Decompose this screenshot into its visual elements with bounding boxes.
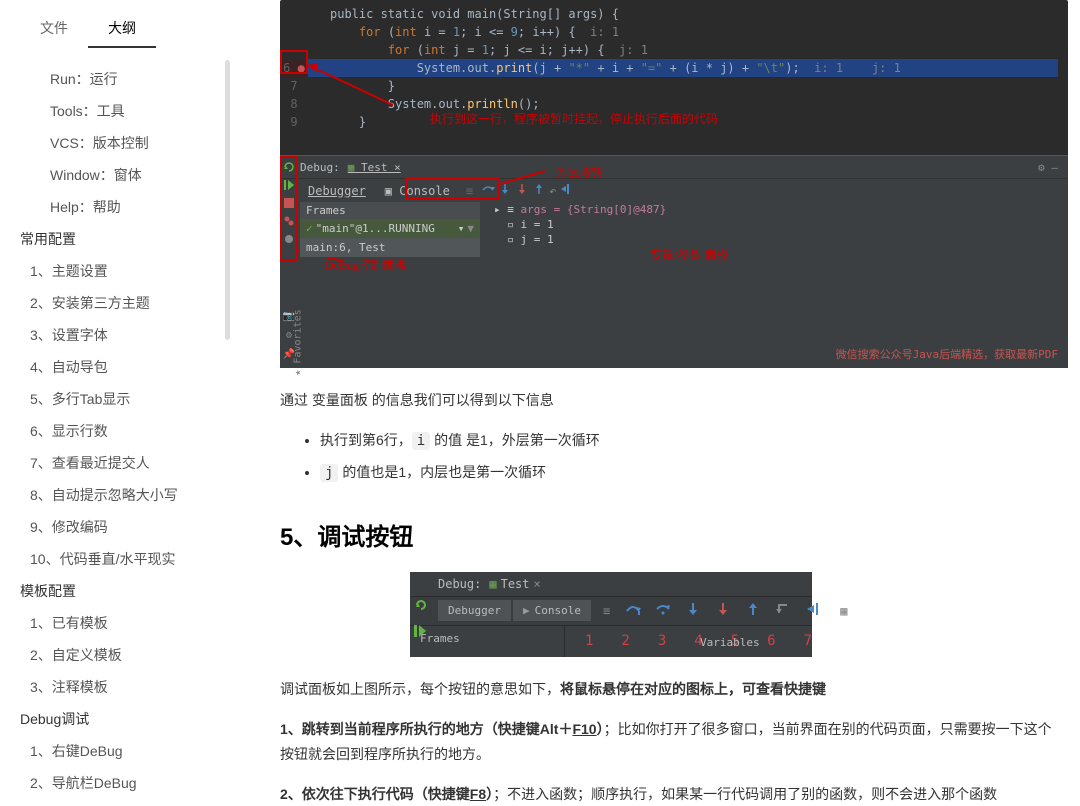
code-line: for (int i = 1; i <= 9; i++) { i: 1	[290, 23, 1058, 41]
debug-title: Debug:	[300, 161, 340, 174]
debug-tab-test[interactable]: ▦ Test ×	[340, 159, 409, 176]
code-line: for (int j = 1; j <= i; j++) { j: 1	[290, 41, 1058, 59]
debugger-tab[interactable]: Debugger	[300, 182, 374, 200]
list-item: j 的值也是1，内层也是第一次循环	[320, 460, 1060, 486]
nav-section[interactable]: 常用配置	[0, 223, 230, 255]
code-i: i	[412, 432, 430, 450]
step-into-icon[interactable]	[685, 601, 701, 620]
debug-buttons-image: Debug: ▦Test × Debugger ▶Console ≡ ▦ Fra…	[410, 572, 812, 657]
step-over-icon[interactable]	[655, 601, 671, 620]
resume-icon[interactable]	[414, 625, 428, 640]
debug-btns-note: 调试按钮	[555, 164, 603, 181]
nav-item[interactable]: 3、设置字体	[0, 319, 230, 351]
watermark: 微信搜索公众号Java后端精选，获取最新PDF	[836, 346, 1058, 362]
nav-item[interactable]: 8、自动提示忽略大小写	[0, 479, 230, 511]
main-content: public static void main(String[] args) {…	[230, 0, 1080, 806]
debugger-tab[interactable]: Debugger	[438, 600, 511, 621]
nav-item[interactable]: 9、修改编码	[0, 511, 230, 543]
var-j[interactable]: ▫ j = 1	[490, 232, 1063, 247]
frame-main[interactable]: ✓"main"@1...RUNNING ▾▼	[300, 219, 480, 238]
code-line: 6 ● System.out.print(j + "*" + i + "=" +…	[290, 59, 1058, 77]
nav-item[interactable]: 1、已有模板	[0, 607, 230, 639]
step-number: 6	[767, 633, 775, 649]
nav-item[interactable]: 2、安装第三方主题	[0, 287, 230, 319]
exec-note: 执行到这一行，程序被暂时挂起，停止执行后面的代码	[430, 110, 718, 127]
nav-item[interactable]: Run：运行	[0, 63, 230, 95]
nav-item[interactable]: 10、代码垂直/水平现实	[0, 543, 230, 575]
var-panel-note: 变量/参数 面板	[650, 246, 728, 263]
sidebar: 文件 大纲 Run：运行Tools：工具VCS：版本控制Window：窗体Hel…	[0, 0, 230, 806]
settings-icon[interactable]: ⚙ —	[1038, 161, 1058, 174]
nav-item[interactable]: 3、注释模板	[0, 671, 230, 703]
tab-outline[interactable]: 大纲	[88, 10, 156, 48]
nav-section[interactable]: 模板配置	[0, 575, 230, 607]
nav-item[interactable]: 1、右键DeBug	[0, 735, 230, 767]
paragraph-4: 2、依次往下执行代码（快捷键F8）；不进入函数；顺序执行，如果某一行代码调用了别…	[280, 782, 1060, 806]
favorites-tab[interactable]: ★ Favorites	[293, 309, 304, 375]
nav-item[interactable]: Help：帮助	[0, 191, 230, 223]
paragraph-3: 1、跳转到当前程序所执行的地方（快捷键Alt＋F10）；比如你打开了很多窗口，当…	[280, 717, 1060, 767]
step-number: 1	[585, 633, 593, 649]
scrollbar[interactable]	[225, 60, 230, 340]
code-line: 7 }	[290, 77, 1058, 95]
step-out-icon[interactable]	[745, 601, 761, 620]
nav-item[interactable]: 2、导航栏DeBug	[0, 767, 230, 799]
debug-panel-note: DeBug控制面板	[325, 256, 407, 273]
drop-frame-icon[interactable]: ↶	[549, 184, 556, 198]
step-number: 2	[621, 633, 629, 649]
paragraph-intro: 通过 变量面板 的信息我们可以得到以下信息	[280, 388, 1060, 413]
threads-icon[interactable]: ≡	[603, 604, 610, 618]
debug-label: Debug:	[438, 577, 481, 591]
step-number: 7	[804, 633, 812, 649]
paragraph-2: 调试面板如上图所示，每个按钮的意思如下，将鼠标悬停在对应的图标上，可查看快捷键	[280, 677, 1060, 702]
drop-frame-icon[interactable]	[775, 601, 791, 620]
run-cursor-icon[interactable]	[559, 182, 573, 199]
frames-header: Frames	[300, 202, 480, 219]
tab-file[interactable]: 文件	[20, 10, 88, 48]
step-number: 3	[658, 633, 666, 649]
nav-item[interactable]: 2、自定义模板	[0, 639, 230, 671]
show-exec-icon[interactable]	[625, 601, 641, 620]
ide-screenshot: public static void main(String[] args) {…	[280, 0, 1068, 368]
nav-item[interactable]: Tools：工具	[0, 95, 230, 127]
var-i[interactable]: ▫ i = 1	[490, 217, 1063, 232]
run-cursor-icon[interactable]	[805, 601, 821, 620]
console-tab[interactable]: ▶Console	[513, 600, 591, 621]
nav-item[interactable]: 6、显示行数	[0, 415, 230, 447]
sidebar-tabs: 文件 大纲	[0, 10, 230, 48]
frame-row[interactable]: main:6, Test	[300, 238, 480, 257]
list-item: 执行到第6行，i 的值 是1，外层第一次循环	[320, 428, 1060, 454]
debug-panel: DeBug控制面板 Debug: ▦ Test × ⚙ — Debugger ▣…	[280, 155, 1068, 368]
eval-icon[interactable]: ▦	[840, 604, 847, 618]
nav-item[interactable]: VCS：版本控制	[0, 127, 230, 159]
variables-label: Variables	[700, 636, 760, 649]
section-heading: 5、调试按钮	[280, 517, 1060, 552]
code-j: j	[320, 464, 338, 482]
nav-item[interactable]: 4、自动导包	[0, 351, 230, 383]
nav-item[interactable]: 5、多行Tab显示	[0, 383, 230, 415]
nav-item[interactable]: 7、查看最近提交人	[0, 447, 230, 479]
settings2-icon[interactable]: ⚙	[286, 330, 292, 341]
nav-item[interactable]: 1、主题设置	[0, 255, 230, 287]
test-tab[interactable]: ▦Test ×	[481, 575, 548, 593]
code-line: public static void main(String[] args) {	[290, 5, 1058, 23]
bullet-list: 执行到第6行，i 的值 是1，外层第一次循环 j 的值也是1，内层也是第一次循环	[280, 428, 1060, 486]
nav-item[interactable]: 3、通过main Debug执行	[0, 799, 230, 806]
frames-label: Frames	[410, 626, 565, 657]
var-args[interactable]: ▸ ≡ args = {String[0]@487}	[490, 202, 1063, 217]
rerun-icon[interactable]	[414, 598, 428, 615]
nav-section[interactable]: Debug调试	[0, 703, 230, 735]
nav-item[interactable]: Window：窗体	[0, 159, 230, 191]
force-step-into-icon[interactable]	[715, 601, 731, 620]
